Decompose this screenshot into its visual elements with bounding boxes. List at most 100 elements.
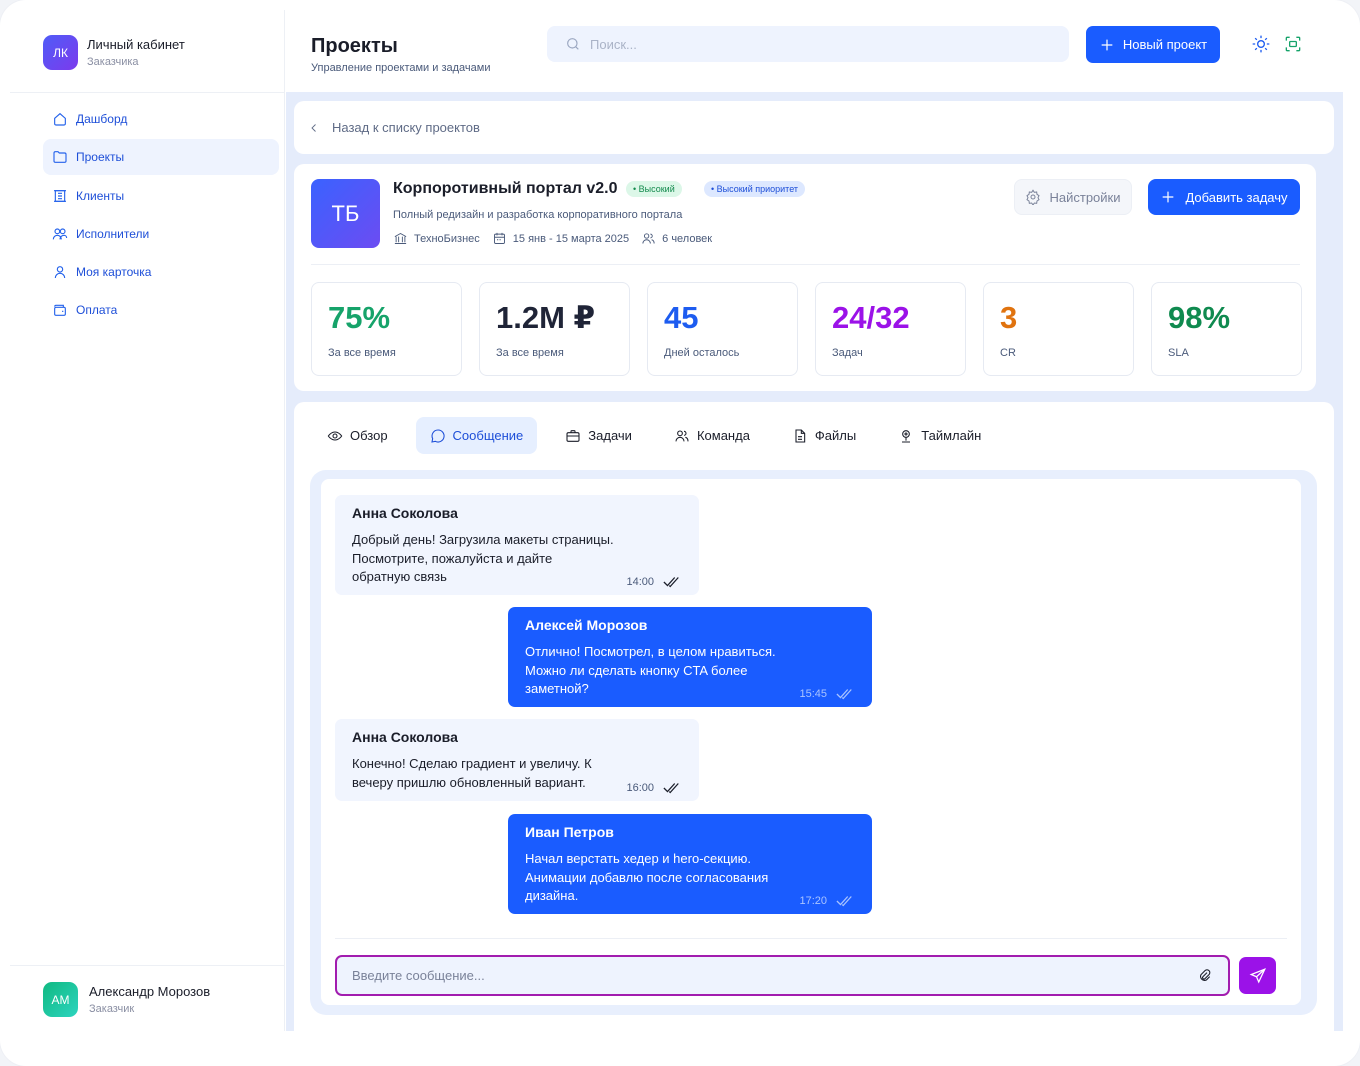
tab-messages[interactable]: Сообщение — [415, 417, 538, 454]
project-divider — [311, 264, 1300, 265]
stat-card: 24/32 Задач — [815, 282, 966, 376]
message-input[interactable] — [352, 968, 1182, 983]
back-label: Назад к списку проектов — [332, 120, 480, 135]
building-icon — [54, 189, 66, 202]
double-check-icon — [663, 577, 679, 588]
message-meta: 15:45 — [799, 688, 854, 700]
tab-team[interactable]: Команда — [660, 417, 764, 454]
new-project-button[interactable]: Новый проект — [1086, 26, 1220, 63]
search-input[interactable] — [590, 36, 1060, 52]
send-button[interactable] — [1239, 957, 1276, 994]
message-text: Добрый день! Загрузила макеты страницы. … — [352, 532, 614, 584]
tab-timeline[interactable]: Таймлайн — [884, 417, 995, 454]
attach-button[interactable] — [1197, 968, 1213, 984]
theme-toggle-button[interactable] — [1251, 34, 1271, 54]
chat-container: Анна Соколова Добрый день! Загрузила мак… — [310, 470, 1317, 1015]
sidebar-item-projects[interactable]: Проекты — [43, 139, 279, 176]
stat-value: 24/32 — [832, 300, 910, 335]
add-task-label: Добавить задачу — [1185, 189, 1288, 205]
message-meta: 16:00 — [626, 782, 681, 794]
scan-icon — [1285, 36, 1301, 52]
stat-label: Задач — [832, 347, 863, 359]
add-task-button[interactable]: Добавить задачу — [1148, 179, 1300, 215]
project-card: ТБ Корпоротивный портал v2.0 • Высокий •… — [294, 164, 1316, 391]
gear-icon — [1026, 189, 1041, 205]
eye-icon — [327, 430, 343, 441]
sidebar-item-label: Клиенты — [76, 188, 125, 203]
stats-row: 75% За все время 1.2M ₽ За все время 45 Дне… — [311, 282, 1302, 376]
sidebar-item-label: Моя карточка — [76, 265, 152, 280]
calendar-icon — [493, 232, 505, 244]
sidebar-item-label: Проекты — [76, 150, 125, 165]
sidebar-user-divider — [10, 965, 285, 966]
sidebar-nav: Дашборд Проекты Клиенты Исполнители Моя … — [43, 101, 279, 331]
tab-tasks[interactable]: Задачи — [551, 417, 646, 454]
message-meta: 14:00 — [626, 576, 681, 588]
message-text: Конечно! Сделаю градиент и увеличу. К ве… — [352, 756, 592, 790]
project-name: Корпоротивный портал v2.0 — [393, 180, 618, 197]
stat-label: За все время — [328, 347, 396, 359]
avatar: АМ — [43, 982, 78, 1017]
sidebar-item-clients[interactable]: Клиенты — [43, 178, 279, 214]
bank-icon — [394, 232, 407, 244]
users-icon — [52, 228, 68, 240]
settings-label: Найстройки — [1049, 189, 1121, 205]
double-check-icon — [663, 783, 679, 794]
tab-label: Сообщение — [452, 428, 524, 443]
stat-value: 1.2M ₽ — [496, 300, 596, 335]
briefcase-icon — [566, 429, 580, 442]
send-icon — [1249, 967, 1266, 984]
message-author: Иван Петров — [525, 824, 614, 840]
back-link[interactable]: Назад к списку проектов — [294, 101, 1334, 154]
page-subtitle: Управление проектами и задачами — [311, 62, 491, 74]
project-logo: ТБ — [311, 179, 380, 248]
sidebar-item-label: Оплата — [76, 303, 118, 318]
message-outgoing: Алексей Морозов Отлично! Посмотрел, в це… — [508, 607, 872, 707]
message-composer[interactable] — [335, 955, 1230, 996]
current-user[interactable]: АМ Александр Морозов Заказчик — [43, 982, 210, 1017]
user-icon — [54, 266, 66, 279]
main-content: Назад к списку проектов ТБ Корпоротивный… — [286, 92, 1343, 1031]
sidebar-item-performers[interactable]: Исполнители — [43, 216, 279, 252]
tab-bar: Обзор Сообщение Задачи Команда Файлы Тай… — [313, 417, 1009, 454]
plus-icon — [1163, 191, 1174, 203]
settings-button[interactable]: Найстройки — [1014, 179, 1132, 215]
stat-value: 75% — [328, 300, 391, 335]
scan-button[interactable] — [1283, 34, 1303, 54]
message-outgoing: Иван Петров Начал верстать хедер и hero-… — [508, 814, 872, 914]
client-name: ТехноБизнес — [414, 232, 480, 245]
double-check-icon — [836, 689, 852, 700]
message-time: 15:45 — [799, 688, 827, 700]
tab-overview[interactable]: Обзор — [313, 417, 402, 454]
pin-icon — [902, 429, 911, 443]
double-check-icon — [836, 896, 852, 907]
stat-label: CR — [1000, 347, 1016, 359]
search-box[interactable] — [547, 26, 1069, 62]
brand-avatar: ЛК — [43, 35, 78, 70]
sun-icon — [1252, 35, 1270, 53]
message-text: Отлично! Посмотрел, в целом нравиться. М… — [525, 644, 776, 696]
stat-label: Дней осталось — [664, 347, 740, 359]
brand-title: Личный кабинет — [87, 37, 185, 52]
people-text: 6 человек — [662, 232, 713, 245]
team-icon — [675, 429, 689, 441]
stat-value: 98% — [1168, 300, 1231, 335]
dates-text: 15 янв - 15 марта 2025 — [512, 232, 630, 245]
project-client: ТехноБизнес — [393, 231, 480, 246]
sidebar-divider — [10, 92, 285, 93]
sidebar-item-dashboard[interactable]: Дашборд — [43, 101, 279, 137]
composer-divider — [335, 938, 1287, 939]
stat-card: 3 CR — [983, 282, 1134, 376]
sidebar-item-label: Дашборд — [76, 112, 128, 126]
wallet-icon — [54, 305, 66, 317]
tab-files[interactable]: Файлы — [778, 417, 870, 454]
sidebar-item-payment[interactable]: Оплата — [43, 292, 279, 328]
tab-label: Таймлайн — [921, 428, 982, 443]
chevron-left-icon — [311, 123, 316, 132]
sidebar-item-my-card[interactable]: Моя карточка — [43, 254, 279, 290]
message-time: 17:20 — [799, 895, 827, 907]
message-author: Анна Соколова — [352, 729, 458, 745]
message-time: 16:00 — [626, 782, 654, 794]
high-priority-badge: • Высокий приоритет — [704, 181, 806, 197]
message-incoming: Анна Соколова Добрый день! Загрузила мак… — [335, 495, 699, 595]
